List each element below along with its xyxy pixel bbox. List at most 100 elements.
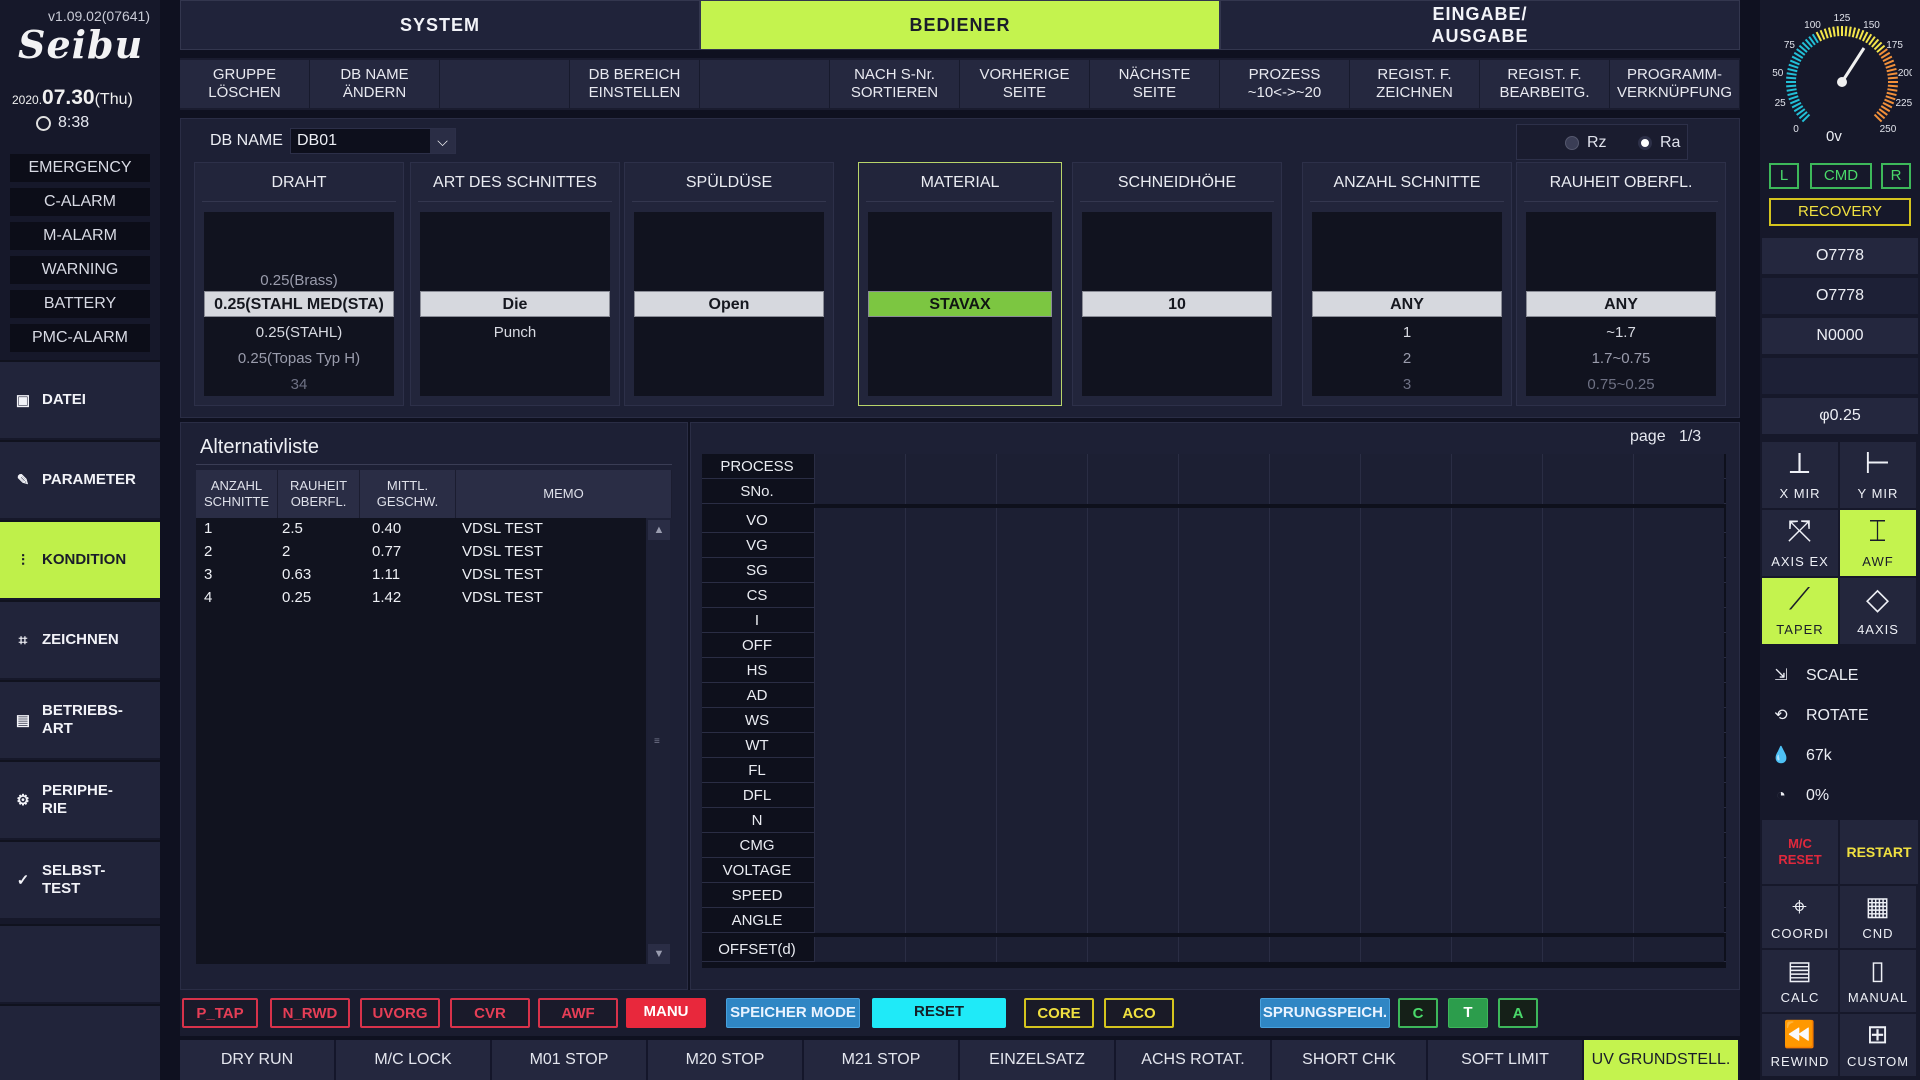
process-cell[interactable] — [1360, 633, 1451, 658]
tab-eingabe-ausgabe[interactable]: EINGABE/ AUSGABE — [1220, 0, 1740, 50]
process-cell[interactable] — [1178, 608, 1269, 633]
process-cell[interactable] — [905, 658, 996, 683]
status-button-nrwd[interactable]: N_RWD — [270, 998, 350, 1028]
fkey-softlimit[interactable]: SOFT LIMIT — [1428, 1040, 1584, 1080]
fkey-shortchk[interactable]: SHORT CHK — [1272, 1040, 1428, 1080]
process-cell[interactable] — [1542, 833, 1633, 858]
nav-peripherie[interactable]: ⚙ PERIPHE- RIE — [0, 760, 160, 838]
process-cell[interactable] — [1360, 454, 1451, 479]
process-cell[interactable] — [1087, 533, 1178, 558]
process-cell[interactable] — [996, 454, 1087, 479]
process-cell[interactable] — [1269, 508, 1360, 533]
process-cell[interactable] — [1542, 708, 1633, 733]
process-cell[interactable] — [996, 608, 1087, 633]
process-cell[interactable] — [1087, 783, 1178, 808]
process-cell[interactable] — [905, 683, 996, 708]
process-cell[interactable] — [1360, 883, 1451, 908]
process-cell[interactable] — [1360, 833, 1451, 858]
process-cell[interactable] — [1542, 633, 1633, 658]
softkey-3[interactable]: DB BEREICH EINSTELLEN — [570, 60, 700, 108]
option-below[interactable] — [634, 374, 824, 396]
process-cell[interactable] — [1178, 937, 1269, 962]
mc-reset-button[interactable]: M/C RESET — [1762, 820, 1838, 884]
nav-kondition[interactable]: ⫶ KONDITION — [0, 520, 160, 598]
process-cell[interactable] — [814, 533, 905, 558]
r-button[interactable]: R — [1881, 163, 1911, 189]
process-cell[interactable] — [1178, 808, 1269, 833]
option-above[interactable] — [1312, 244, 1502, 266]
process-cell[interactable] — [1360, 508, 1451, 533]
process-cell[interactable] — [1360, 583, 1451, 608]
status-button-ptap[interactable]: P_TAP — [182, 998, 258, 1028]
option-above[interactable] — [1312, 270, 1502, 292]
process-cell[interactable] — [1178, 883, 1269, 908]
scroll-grip-icon[interactable]: ≡ — [654, 736, 664, 747]
process-cell[interactable] — [814, 783, 905, 808]
process-cell[interactable] — [1178, 454, 1269, 479]
process-cell[interactable] — [996, 858, 1087, 883]
process-cell[interactable] — [814, 633, 905, 658]
tool-calc[interactable]: ▤ CALC — [1762, 950, 1838, 1012]
fkey-mstop[interactable]: M20 STOP — [648, 1040, 804, 1080]
radio-rz[interactable] — [1565, 136, 1579, 150]
process-cell[interactable] — [1360, 858, 1451, 883]
process-cell[interactable] — [1178, 658, 1269, 683]
nav-parameter[interactable]: ✎ PARAMETER — [0, 440, 160, 518]
softkey-7[interactable]: NÄCHSTE SEITE — [1090, 60, 1220, 108]
status-button-core[interactable]: CORE — [1024, 998, 1094, 1028]
table-row[interactable]: 1 2.5 0.40 VDSL TEST — [204, 520, 644, 542]
softkey-11[interactable]: PROGRAMM- VERKNÜPFUNG — [1610, 60, 1740, 108]
status-button-awf[interactable]: AWF — [538, 998, 618, 1028]
process-cell[interactable] — [1451, 454, 1542, 479]
selected-option[interactable]: STAVAX — [868, 291, 1052, 317]
process-cell[interactable] — [996, 733, 1087, 758]
process-cell[interactable] — [1178, 583, 1269, 608]
process-cell[interactable] — [814, 658, 905, 683]
selected-option[interactable]: 0.25(STAHL MED(STA) — [204, 291, 394, 317]
process-cell[interactable] — [1269, 758, 1360, 783]
process-cell[interactable] — [1269, 479, 1360, 504]
process-cell[interactable] — [1451, 583, 1542, 608]
process-cell[interactable] — [1178, 683, 1269, 708]
process-cell[interactable] — [1451, 808, 1542, 833]
process-cell[interactable] — [996, 508, 1087, 533]
process-cell[interactable] — [1087, 858, 1178, 883]
process-cell[interactable] — [996, 783, 1087, 808]
option-above[interactable] — [868, 270, 1052, 292]
process-cell[interactable] — [1360, 808, 1451, 833]
process-cell[interactable] — [1178, 558, 1269, 583]
process-cell[interactable] — [1542, 479, 1633, 504]
process-cell[interactable] — [905, 908, 996, 933]
status-button-a[interactable]: A — [1498, 998, 1538, 1028]
cmd-button[interactable]: CMD — [1810, 163, 1872, 189]
process-cell[interactable] — [905, 783, 996, 808]
process-cell[interactable] — [1087, 833, 1178, 858]
process-cell[interactable] — [1542, 758, 1633, 783]
fkey-mclock[interactable]: M/C LOCK — [336, 1040, 492, 1080]
process-cell[interactable] — [905, 479, 996, 504]
softkey-8[interactable]: PROZESS ~10<->~20 — [1220, 60, 1350, 108]
option-above[interactable] — [420, 244, 610, 266]
option-below[interactable]: 34 — [204, 374, 394, 396]
process-cell[interactable] — [1451, 908, 1542, 933]
table-row[interactable]: 3 0.63 1.11 VDSL TEST — [204, 566, 644, 588]
process-cell[interactable] — [1451, 633, 1542, 658]
option-above[interactable] — [868, 244, 1052, 266]
process-cell[interactable] — [1269, 833, 1360, 858]
process-cell[interactable] — [1087, 883, 1178, 908]
process-cell[interactable] — [1451, 833, 1542, 858]
right-info-1[interactable]: ⟲ ROTATE — [1770, 700, 1910, 732]
selected-option[interactable]: ANY — [1312, 291, 1502, 317]
process-cell[interactable] — [1178, 508, 1269, 533]
radio-ra[interactable] — [1638, 136, 1652, 150]
process-cell[interactable] — [1542, 858, 1633, 883]
option-below[interactable]: Punch — [420, 322, 610, 344]
softkey-5[interactable]: NACH S-Nr. SORTIEREN — [830, 60, 960, 108]
process-cell[interactable] — [1087, 558, 1178, 583]
process-cell[interactable] — [1633, 708, 1724, 733]
process-cell[interactable] — [1451, 479, 1542, 504]
process-cell[interactable] — [1542, 883, 1633, 908]
process-cell[interactable] — [814, 708, 905, 733]
option-below[interactable] — [420, 348, 610, 370]
process-cell[interactable] — [1087, 633, 1178, 658]
